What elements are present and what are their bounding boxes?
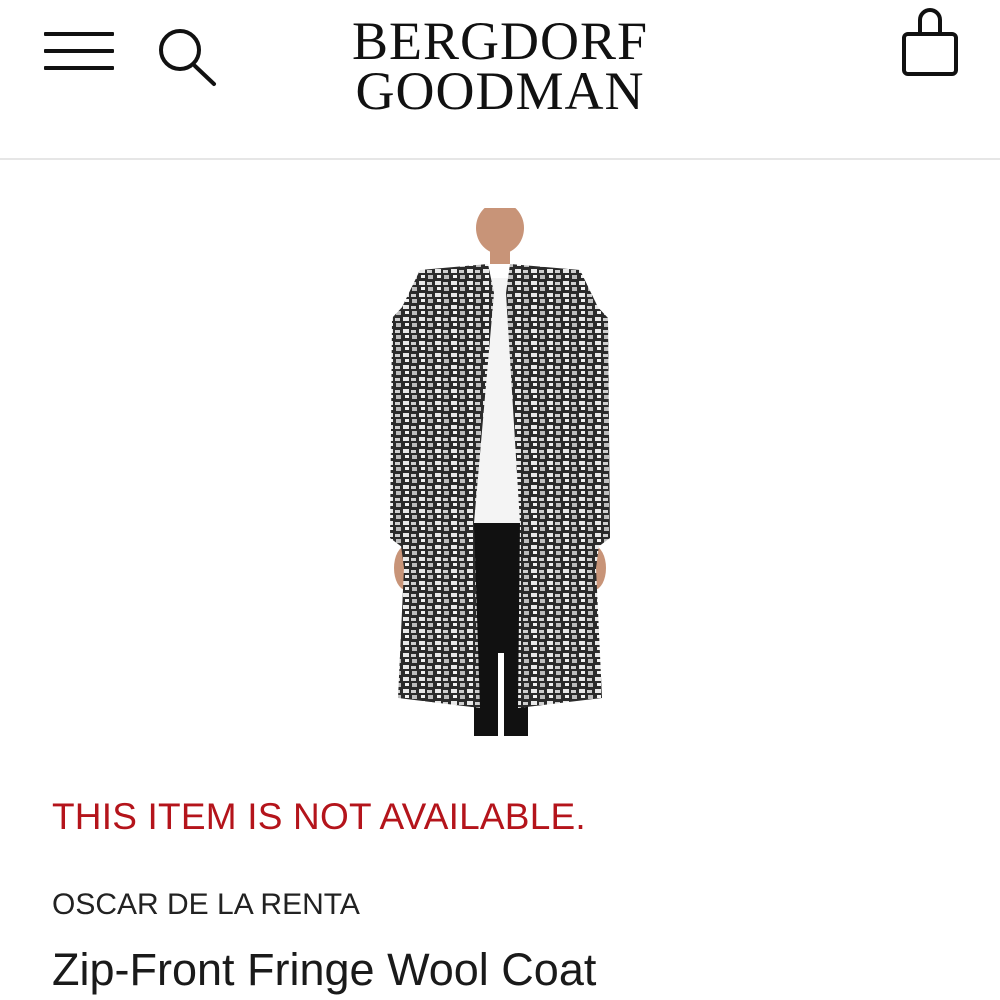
shopping-bag-button[interactable]	[896, 4, 966, 84]
designer-name[interactable]: OSCAR DE LA RENTA	[52, 888, 360, 922]
coat-illustration	[390, 202, 610, 736]
availability-notice: THIS ITEM IS NOT AVAILABLE.	[52, 796, 586, 837]
search-icon	[159, 29, 216, 86]
shopping-bag-icon	[902, 8, 958, 76]
site-logo[interactable]: BERGDORF GOODMAN	[300, 10, 700, 130]
search-button[interactable]	[152, 22, 224, 92]
site-header: BERGDORF GOODMAN	[0, 0, 1000, 160]
logo-line-2: GOODMAN	[355, 61, 645, 121]
menu-button[interactable]	[40, 24, 120, 78]
product-title: Zip-Front Fringe Wool Coat	[52, 944, 597, 995]
logo-line-1: BERGDORF	[351, 11, 649, 71]
product-image[interactable]	[370, 202, 630, 740]
